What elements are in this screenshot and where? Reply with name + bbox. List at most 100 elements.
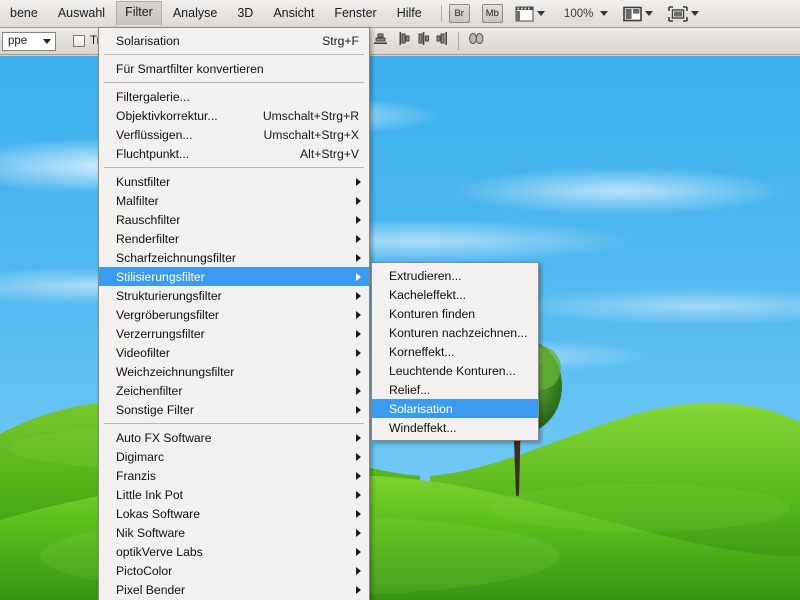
stilisierungsfilter-submenu[interactable]: Extrudieren... Kacheleffekt... Konturen … bbox=[371, 262, 539, 441]
submenu-arrow-icon bbox=[356, 348, 361, 357]
menu-item-shortcut: Alt+Strg+V bbox=[300, 146, 359, 161]
menu-item-kunstfilter[interactable]: Kunstfilter bbox=[99, 172, 369, 191]
menu-item-label: Verflüssigen... bbox=[116, 127, 193, 142]
align-horizontal-centers-icon[interactable] bbox=[416, 31, 431, 51]
menu-item-verzerrungsfilter[interactable]: Verzerrungsfilter bbox=[99, 324, 369, 343]
menu-item-vergroeberungsfilter[interactable]: Vergröberungsfilter bbox=[99, 305, 369, 324]
menu-separator bbox=[104, 54, 364, 55]
menu-item-convert-smartfilter[interactable]: Für Smartfilter konvertieren bbox=[99, 59, 369, 78]
menu-item-scharfzeichnungsfilter[interactable]: Scharfzeichnungsfilter bbox=[99, 248, 369, 267]
mini-bridge-button[interactable]: Mb bbox=[481, 4, 503, 23]
menu-item-rauschfilter[interactable]: Rauschfilter bbox=[99, 210, 369, 229]
menu-item-filtergalerie[interactable]: Filtergalerie... bbox=[99, 87, 369, 106]
menu-ansicht[interactable]: Ansicht bbox=[264, 2, 323, 26]
menu-item-label: Digimarc bbox=[116, 449, 165, 464]
screen-mode-chevron-down-icon[interactable] bbox=[691, 11, 700, 16]
submenu-arrow-icon bbox=[356, 386, 361, 395]
menu-item-label: Fluchtpunkt... bbox=[116, 146, 190, 161]
bridge-button[interactable]: Br bbox=[448, 4, 470, 23]
screen-mode-icon[interactable] bbox=[668, 5, 689, 22]
submenu-item-extrudieren[interactable]: Extrudieren... bbox=[372, 266, 538, 285]
align-horizontal-group[interactable] bbox=[398, 31, 449, 51]
menu-ebene[interactable]: bene bbox=[1, 2, 47, 26]
zoom-chevron-down-icon[interactable] bbox=[600, 11, 609, 16]
menu-auswahl[interactable]: Auswahl bbox=[49, 2, 114, 26]
menu-bar: bene Auswahl Filter Analyse 3D Ansicht F… bbox=[0, 0, 800, 28]
menu-item-label: Auto FX Software bbox=[116, 430, 212, 445]
menu-item-sonstige-filter[interactable]: Sonstige Filter bbox=[99, 400, 369, 419]
submenu-arrow-icon bbox=[356, 272, 361, 281]
menu-item-fluchtpunkt[interactable]: Fluchtpunkt... Alt+Strg+V bbox=[99, 144, 369, 163]
menu-item-label: Zeichenfilter bbox=[116, 383, 183, 398]
submenu-arrow-icon bbox=[356, 310, 361, 319]
menu-item-strukturierungsfilter[interactable]: Strukturierungsfilter bbox=[99, 286, 369, 305]
menu-item-solarisation-repeat[interactable]: Solarisation Strg+F bbox=[99, 31, 369, 50]
menu-item-little-ink-pot[interactable]: Little Ink Pot bbox=[99, 485, 369, 504]
menu-item-stilisierungsfilter[interactable]: Stilisierungsfilter bbox=[99, 267, 369, 286]
menu-separator bbox=[104, 167, 364, 168]
menu-item-franzis[interactable]: Franzis bbox=[99, 466, 369, 485]
submenu-arrow-icon bbox=[356, 196, 361, 205]
submenu-item-korneffekt[interactable]: Korneffekt... bbox=[372, 342, 538, 361]
submenu-arrow-icon bbox=[356, 585, 361, 594]
transform-checkbox-box[interactable] bbox=[73, 35, 85, 47]
menu-item-label: Malfilter bbox=[116, 193, 159, 208]
submenu-arrow-icon bbox=[356, 405, 361, 414]
distribute-icon[interactable] bbox=[468, 31, 485, 51]
menu-item-zeichenfilter[interactable]: Zeichenfilter bbox=[99, 381, 369, 400]
submenu-arrow-icon bbox=[356, 253, 361, 262]
submenu-arrow-icon bbox=[356, 547, 361, 556]
submenu-item-kacheleffekt[interactable]: Kacheleffekt... bbox=[372, 285, 538, 304]
menu-item-videofilter[interactable]: Videofilter bbox=[99, 343, 369, 362]
menu-item-label: Scharfzeichnungsfilter bbox=[116, 250, 236, 265]
align-bottom-edges-icon[interactable] bbox=[373, 31, 388, 51]
menu-item-label: Little Ink Pot bbox=[116, 487, 184, 502]
menu-item-label: Renderfilter bbox=[116, 231, 179, 246]
menu-fenster[interactable]: Fenster bbox=[325, 2, 385, 26]
menu-item-label: Sonstige Filter bbox=[116, 402, 194, 417]
menu-item-renderfilter[interactable]: Renderfilter bbox=[99, 229, 369, 248]
menu-item-nik-software[interactable]: Nik Software bbox=[99, 523, 369, 542]
menu-item-pictocolor[interactable]: PictoColor bbox=[99, 561, 369, 580]
submenu-item-leuchtende-konturen[interactable]: Leuchtende Konturen... bbox=[372, 361, 538, 380]
align-left-edges-icon[interactable] bbox=[398, 31, 413, 51]
menu-item-label: Vergröberungsfilter bbox=[116, 307, 219, 322]
menu-item-malfilter[interactable]: Malfilter bbox=[99, 191, 369, 210]
menu-item-digimarc[interactable]: Digimarc bbox=[99, 447, 369, 466]
view-extras-chevron-down-icon[interactable] bbox=[536, 11, 545, 16]
menu-item-optikverve-labs[interactable]: optikVerve Labs bbox=[99, 542, 369, 561]
submenu-item-konturen-finden[interactable]: Konturen finden bbox=[372, 304, 538, 323]
zoom-level-label: 100% bbox=[563, 7, 594, 20]
menu-item-shortcut: Umschalt+Strg+X bbox=[263, 127, 359, 142]
menu-item-verfluessigen[interactable]: Verflüssigen... Umschalt+Strg+X bbox=[99, 125, 369, 144]
menu-3d[interactable]: 3D bbox=[228, 2, 262, 26]
menu-item-pixel-bender[interactable]: Pixel Bender bbox=[99, 580, 369, 599]
submenu-item-solarisation[interactable]: Solarisation bbox=[372, 399, 538, 418]
submenu-arrow-icon bbox=[356, 329, 361, 338]
submenu-arrow-icon bbox=[356, 452, 361, 461]
view-extras-icon[interactable] bbox=[515, 5, 534, 22]
align-right-edges-icon[interactable] bbox=[434, 31, 449, 51]
group-select[interactable]: ppe bbox=[2, 31, 56, 51]
menu-item-label: Filtergalerie... bbox=[116, 89, 190, 104]
submenu-arrow-icon bbox=[356, 490, 361, 499]
menu-filter[interactable]: Filter bbox=[116, 1, 162, 26]
menu-item-objektivkorrektur[interactable]: Objektivkorrektur... Umschalt+Strg+R bbox=[99, 106, 369, 125]
menu-item-lokas-software[interactable]: Lokas Software bbox=[99, 504, 369, 523]
submenu-item-windeffekt[interactable]: Windeffekt... bbox=[372, 418, 538, 437]
menu-hilfe[interactable]: Hilfe bbox=[388, 2, 431, 26]
menu-separator bbox=[104, 423, 364, 424]
menu-item-auto-fx-software[interactable]: Auto FX Software bbox=[99, 428, 369, 447]
arrange-documents-icon[interactable] bbox=[623, 6, 643, 22]
menu-item-label: Lokas Software bbox=[116, 506, 201, 521]
submenu-item-konturen-nachzeichnen[interactable]: Konturen nachzeichnen... bbox=[372, 323, 538, 342]
menu-item-label: Solarisation bbox=[389, 401, 453, 416]
arrange-chevron-down-icon[interactable] bbox=[645, 11, 654, 16]
submenu-item-relief[interactable]: Relief... bbox=[372, 380, 538, 399]
menu-item-weichzeichnungsfilter[interactable]: Weichzeichnungsfilter bbox=[99, 362, 369, 381]
menu-analyse[interactable]: Analyse bbox=[164, 2, 226, 26]
submenu-arrow-icon bbox=[356, 367, 361, 376]
filter-menu-dropdown[interactable]: Solarisation Strg+F Für Smartfilter konv… bbox=[98, 27, 370, 600]
group-select-chevron-down-icon[interactable] bbox=[43, 38, 51, 44]
toolbar-divider bbox=[440, 5, 442, 22]
